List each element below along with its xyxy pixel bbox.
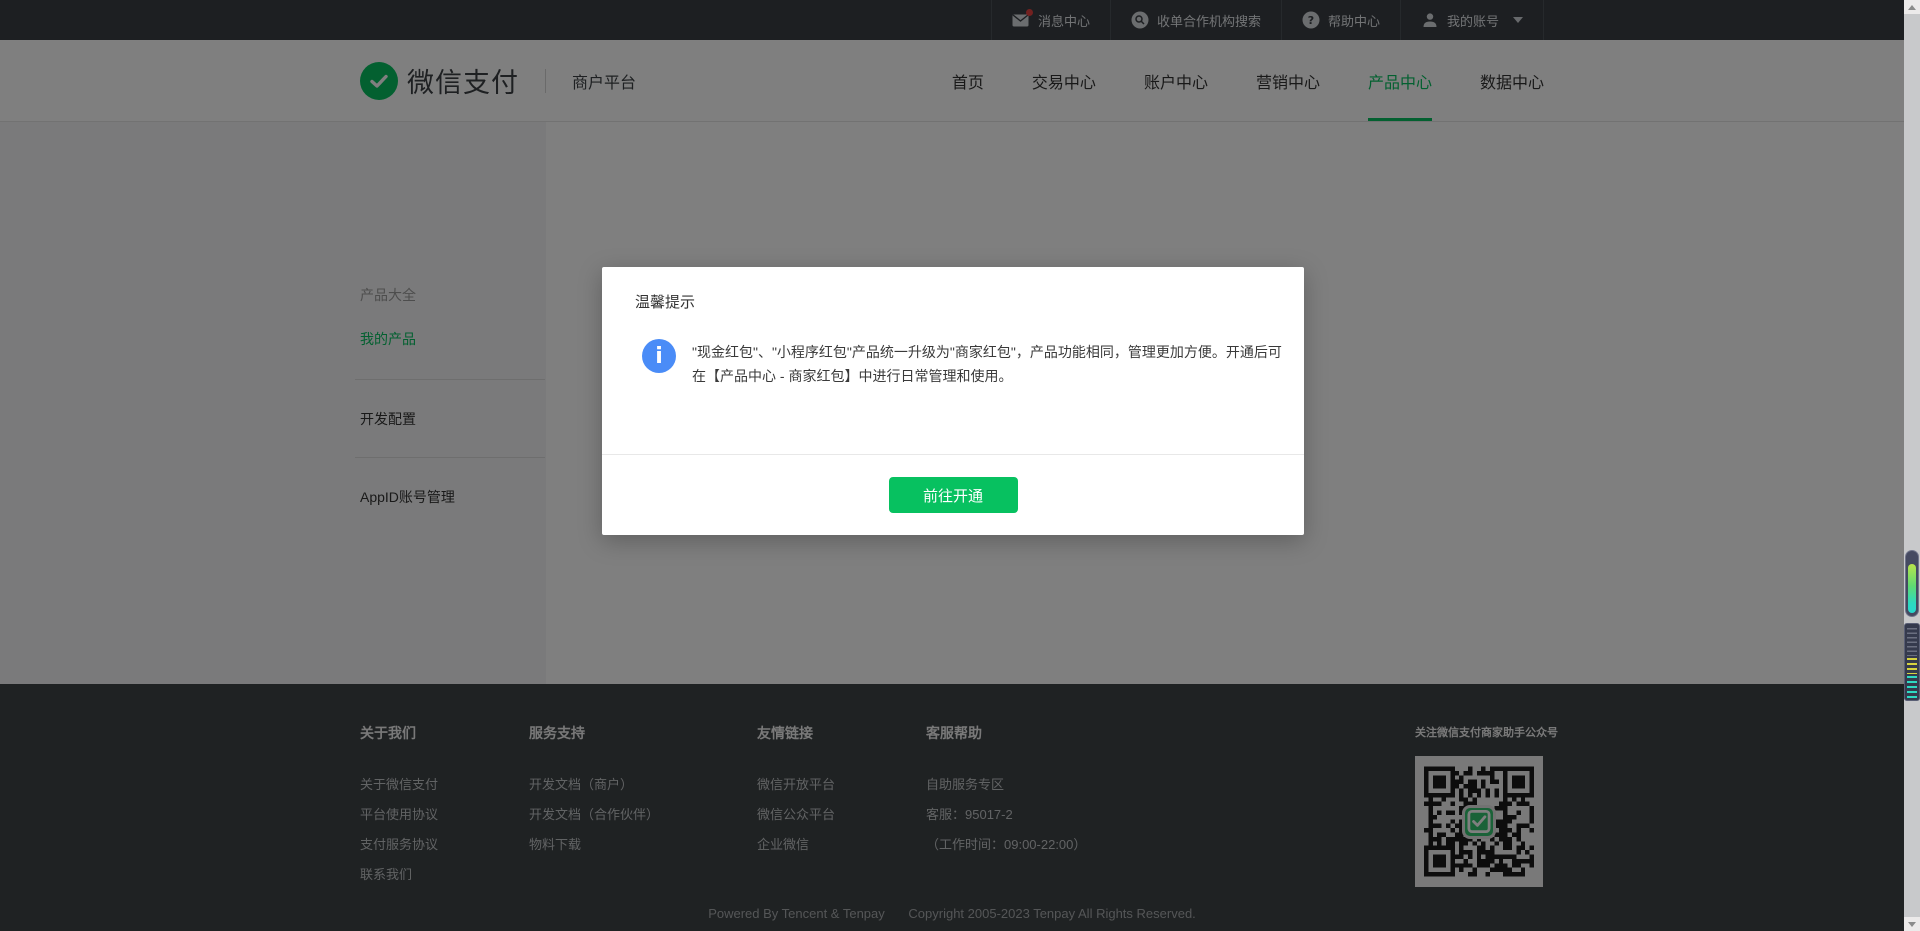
scroll-up-button[interactable] — [1904, 0, 1920, 14]
scroll-down-button[interactable] — [1904, 917, 1920, 931]
dialog-title: 温馨提示 — [635, 291, 695, 312]
arrow-up-icon — [1908, 5, 1916, 10]
dialog-message: "现金红包"、"小程序红包"产品统一升级为"商家红包"，产品功能相同，管理更加方… — [692, 340, 1282, 388]
wechat-pay-merchant-platform: 消息中心 收单合作机构搜索 ? 帮助中心 我的账号 — [0, 0, 1920, 931]
scrollbar[interactable] — [1904, 0, 1920, 931]
notice-dialog: 温馨提示 i "现金红包"、"小程序红包"产品统一升级为"商家红包"，产品功能相… — [602, 267, 1304, 535]
scrollbar-gradient-marker — [1905, 550, 1919, 617]
info-icon: i — [642, 339, 676, 373]
arrow-down-icon — [1908, 922, 1916, 927]
dialog-footer: 前往开通 — [602, 455, 1304, 535]
scrollbar-striped-marker — [1904, 623, 1920, 701]
go-activate-button[interactable]: 前往开通 — [889, 477, 1018, 513]
